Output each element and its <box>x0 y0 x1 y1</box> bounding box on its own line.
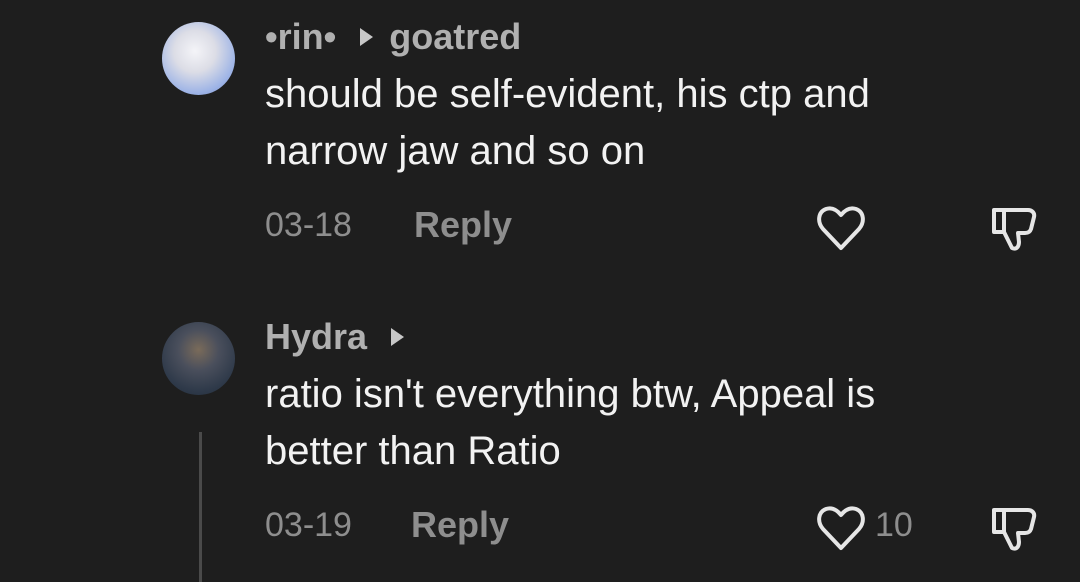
author-name[interactable]: Hydra <box>265 316 367 358</box>
heart-outline-icon[interactable] <box>816 504 866 552</box>
comment-date: 03-19 <box>265 506 352 544</box>
comment-text: ratio isn't everything btw, Appeal is be… <box>265 366 1045 480</box>
comment-header: •rin• goatred <box>265 16 521 58</box>
comment-header: Hydra <box>265 316 410 358</box>
comment-date: 03-18 <box>265 206 352 244</box>
thread-line <box>199 432 202 582</box>
author-name[interactable]: •rin• <box>265 16 336 58</box>
comment-text-line: better than Ratio <box>265 429 561 473</box>
play-triangle-icon <box>391 328 405 346</box>
heart-outline-icon[interactable] <box>816 204 866 252</box>
like-count: 10 <box>875 506 913 544</box>
reply-to-name[interactable]: goatred <box>389 16 521 58</box>
avatar[interactable] <box>162 22 235 95</box>
play-triangle-icon <box>360 28 374 46</box>
reply-button[interactable]: Reply <box>414 204 512 246</box>
comment-text-line: should be self-evident, his ctp and <box>265 72 870 116</box>
avatar[interactable] <box>162 322 235 395</box>
reply-button[interactable]: Reply <box>411 504 509 546</box>
thumbs-down-outline-icon[interactable] <box>988 504 1040 554</box>
comment-text-line: narrow jaw and so on <box>265 129 646 173</box>
comment-text: should be self-evident, his ctp and narr… <box>265 66 1045 180</box>
comment-text-line: ratio isn't everything btw, Appeal is <box>265 372 876 416</box>
thumbs-down-outline-icon[interactable] <box>988 204 1040 254</box>
